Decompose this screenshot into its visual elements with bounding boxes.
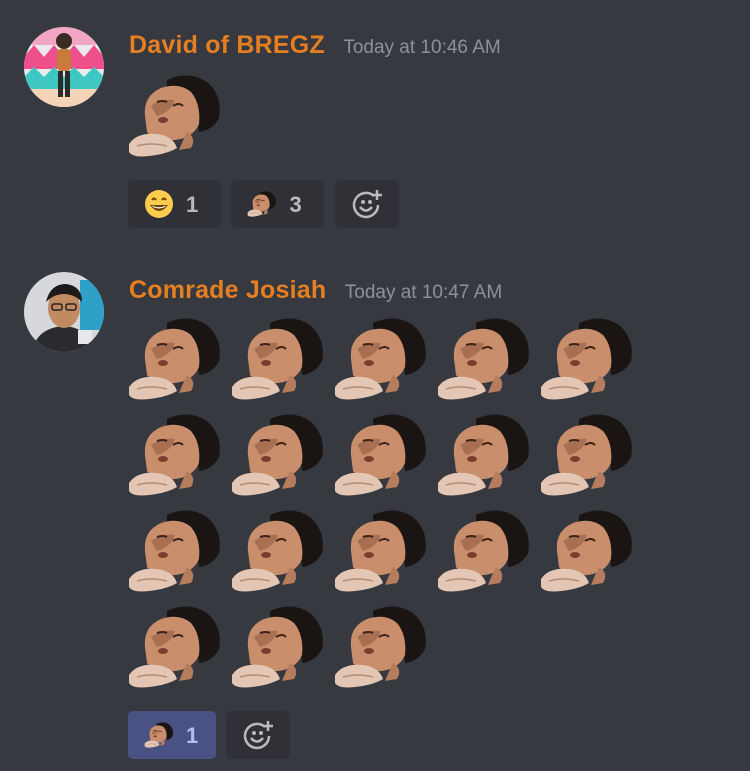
add-reaction-icon [352,189,382,219]
sleeping-face-emote[interactable] [230,507,326,595]
sleeping-face-emote[interactable] [127,603,223,691]
sleeping-face-emote[interactable] [539,411,635,499]
avatar[interactable] [24,27,104,107]
emote-row [127,603,642,699]
username[interactable]: David of BREGZ [129,31,325,59]
sleeping-face-emote[interactable] [127,72,223,160]
sleeping-face-emote[interactable] [127,411,223,499]
message-content [127,72,230,168]
emote-row [127,72,230,168]
reaction-sleeping-face[interactable]: 3 [231,180,325,228]
sleeping-face-emote[interactable] [333,315,429,403]
sleeping-face-emote[interactable] [436,315,532,403]
sleeping-face-emote[interactable] [333,603,429,691]
avatar[interactable] [24,272,104,352]
grinning-emoji-icon [144,189,174,219]
sleeping-face-emote-icon [247,189,277,219]
sleeping-face-emote[interactable] [230,411,326,499]
sleeping-face-emote[interactable] [539,315,635,403]
emote-row [127,315,642,411]
timestamp: Today at 10:47 AM [344,282,503,303]
reaction-grinning[interactable]: 1 [128,180,221,228]
username[interactable]: Comrade Josiah [129,276,326,304]
sleeping-face-emote[interactable] [539,507,635,595]
reactions-bar: 1 [128,711,296,759]
message-header: David of BREGZ Today at 10:46 AM [129,31,501,60]
emote-row [127,411,642,507]
sleeping-face-emote[interactable] [127,315,223,403]
add-reaction-button[interactable] [334,180,399,228]
add-reaction-button[interactable] [226,711,291,759]
chat-view: David of BREGZ Today at 10:46 AM 1 3 Com… [0,0,750,771]
sleeping-face-emote[interactable] [333,507,429,595]
sleeping-face-emote[interactable] [230,315,326,403]
sleeping-face-emote[interactable] [436,507,532,595]
reaction-count: 3 [289,192,302,217]
reactions-bar: 1 3 [128,180,405,228]
sleeping-face-emote-icon [144,720,174,750]
add-reaction-icon [243,720,274,750]
reaction-sleeping-face[interactable]: 1 [128,711,216,759]
sleeping-face-emote[interactable] [333,411,429,499]
message-content [127,315,642,699]
sleeping-face-emote[interactable] [230,603,326,691]
emote-row [127,507,642,603]
reaction-count: 1 [186,723,199,748]
sleeping-face-emote[interactable] [436,411,532,499]
message-header: Comrade Josiah Today at 10:47 AM [129,276,502,305]
timestamp: Today at 10:46 AM [343,37,501,58]
sleeping-face-emote[interactable] [127,507,223,595]
reaction-count: 1 [186,192,199,217]
